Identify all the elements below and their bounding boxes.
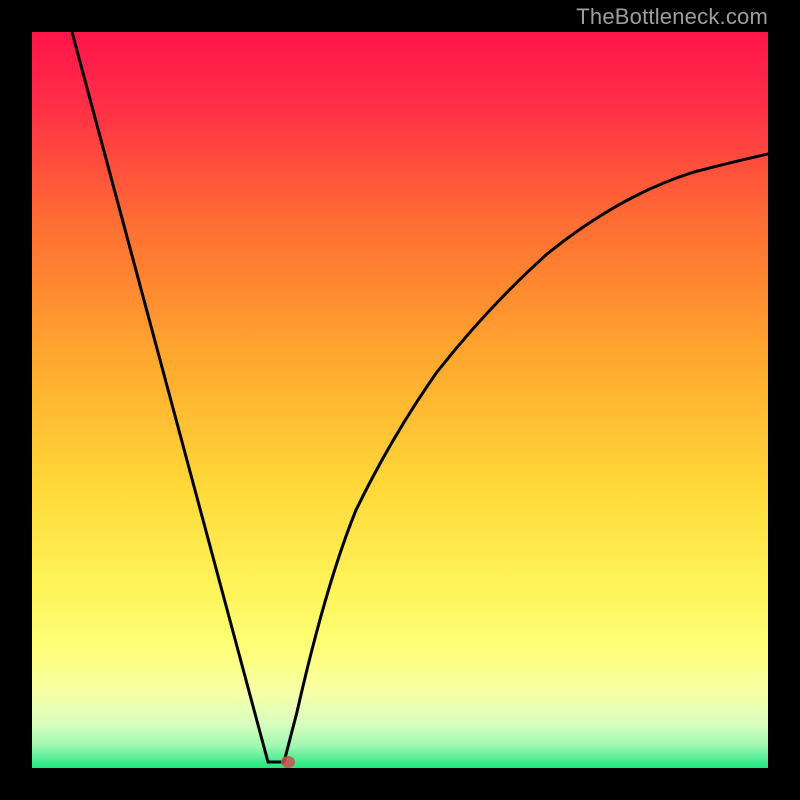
curve-right-branch	[284, 154, 768, 762]
vertex-marker	[281, 756, 295, 768]
watermark-text: TheBottleneck.com	[576, 4, 768, 30]
chart-frame: TheBottleneck.com	[0, 0, 800, 800]
curve-left-branch	[72, 32, 284, 762]
plot-area	[32, 32, 768, 768]
bottleneck-curve	[32, 32, 768, 768]
